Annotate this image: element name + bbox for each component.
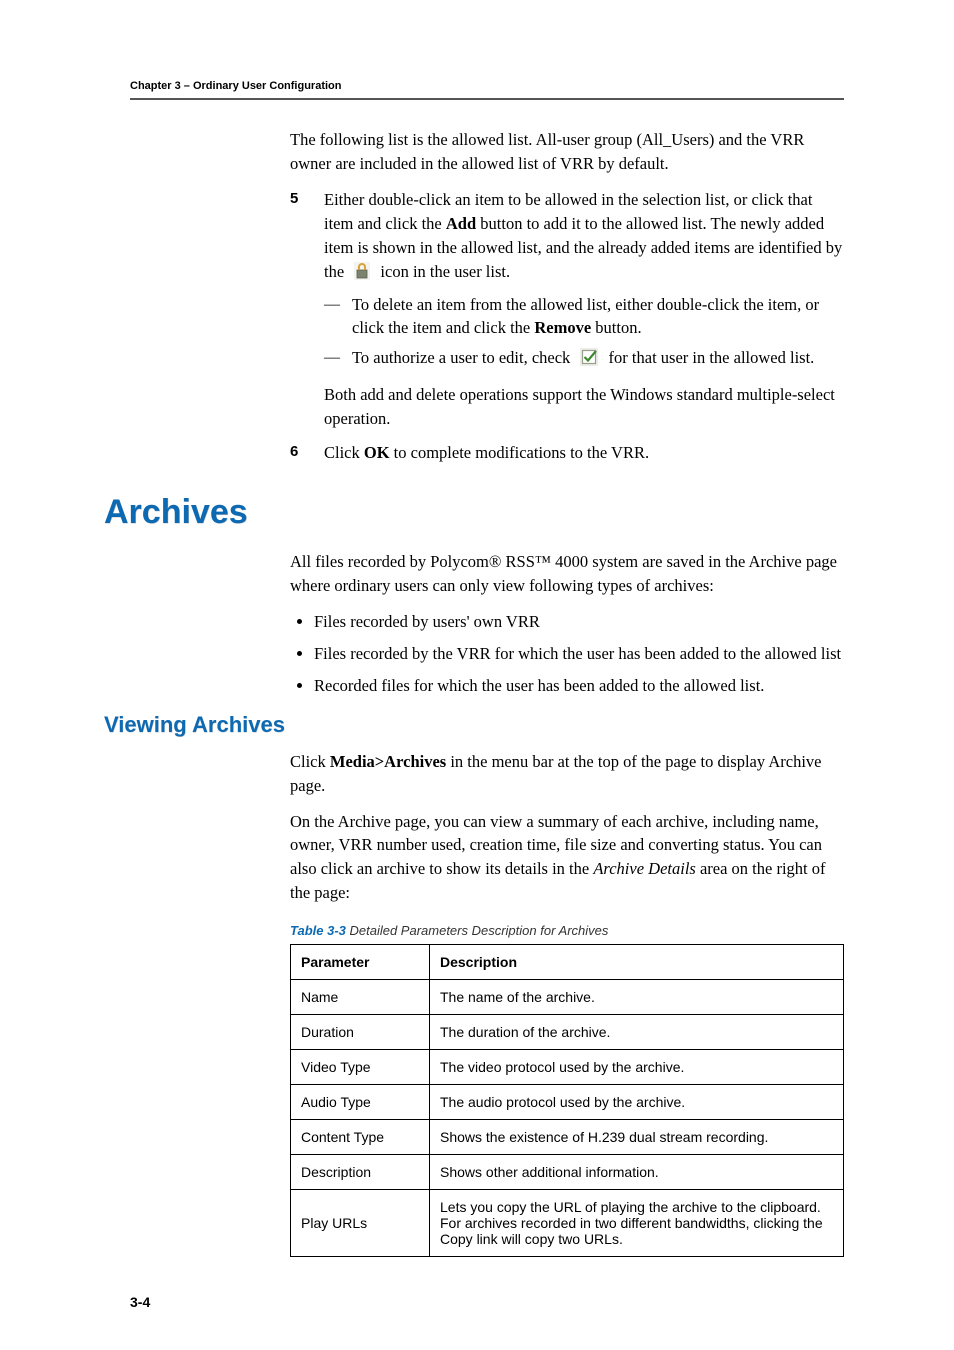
add-bold: Add <box>446 214 476 233</box>
table-caption: Table 3-3 Detailed Parameters Descriptio… <box>290 923 844 938</box>
parameters-table: Parameter Description Name The name of t… <box>290 944 844 1257</box>
desc-cell: Lets you copy the URL of playing the arc… <box>430 1190 844 1257</box>
table-row: Duration The duration of the archive. <box>291 1015 844 1050</box>
desc-cell: Shows other additional information. <box>430 1155 844 1190</box>
param-cell: Play URLs <box>291 1190 430 1257</box>
param-cell: Content Type <box>291 1120 430 1155</box>
param-cell: Name <box>291 980 430 1015</box>
page-number: 3-4 <box>130 1294 150 1310</box>
desc-cell: The name of the archive. <box>430 980 844 1015</box>
step-number: 5 <box>290 190 324 207</box>
dash-bullet: — <box>324 346 352 369</box>
document-page: Chapter 3 – Ordinary User Configuration … <box>0 0 954 1350</box>
text: To authorize a user to edit, check <box>352 348 574 367</box>
desc-cell: The audio protocol used by the archive. <box>430 1085 844 1120</box>
step-body: Either double-click an item to be allowe… <box>324 188 844 431</box>
archives-content: All files recorded by Polycom® RSS™ 4000… <box>290 550 844 698</box>
table-row: Name The name of the archive. <box>291 980 844 1015</box>
list-item: Recorded files for which the user has be… <box>314 674 844 698</box>
substep-body: To authorize a user to edit, check for t… <box>352 346 844 373</box>
caption-text: Detailed Parameters Description for Arch… <box>346 923 609 938</box>
archives-bullets: Files recorded by users' own VRR Files r… <box>290 610 844 698</box>
dash-bullet: — <box>324 293 352 316</box>
text: Click <box>324 443 364 462</box>
ok-bold: OK <box>364 443 390 462</box>
intro-paragraph: The following list is the allowed list. … <box>290 128 844 176</box>
desc-cell: The duration of the archive. <box>430 1015 844 1050</box>
table-row: Video Type The video protocol used by th… <box>291 1050 844 1085</box>
menu-path-bold: Media>Archives <box>330 752 446 771</box>
table-row: Play URLs Lets you copy the URL of playi… <box>291 1190 844 1257</box>
text: button. <box>591 318 641 337</box>
list-item: Files recorded by users' own VRR <box>314 610 844 634</box>
param-cell: Duration <box>291 1015 430 1050</box>
substep-body: To delete an item from the allowed list,… <box>352 293 844 341</box>
list-item: Files recorded by the VRR for which the … <box>314 642 844 666</box>
checkbox-icon <box>580 348 598 373</box>
table-row: Description Shows other additional infor… <box>291 1155 844 1190</box>
table-row: Audio Type The audio protocol used by th… <box>291 1085 844 1120</box>
archive-details-italic: Archive Details <box>593 859 695 878</box>
remove-bold: Remove <box>534 318 591 337</box>
lock-icon <box>354 262 370 287</box>
table-row: Content Type Shows the existence of H.23… <box>291 1120 844 1155</box>
step-6: 6 Click OK to complete modifications to … <box>290 441 844 465</box>
substep: — To authorize a user to edit, check for… <box>324 346 844 373</box>
table-header-row: Parameter Description <box>291 945 844 980</box>
content-column: The following list is the allowed list. … <box>290 128 844 465</box>
param-cell: Video Type <box>291 1050 430 1085</box>
param-cell: Description <box>291 1155 430 1190</box>
caption-label: Table 3-3 <box>290 923 346 938</box>
desc-cell: Shows the existence of H.239 dual stream… <box>430 1120 844 1155</box>
viewing-content: Click Media>Archives in the menu bar at … <box>290 750 844 1258</box>
archives-intro: All files recorded by Polycom® RSS™ 4000… <box>290 550 844 598</box>
viewing-p1: Click Media>Archives in the menu bar at … <box>290 750 844 798</box>
desc-cell: The video protocol used by the archive. <box>430 1050 844 1085</box>
viewing-p2: On the Archive page, you can view a summ… <box>290 810 844 906</box>
viewing-archives-heading: Viewing Archives <box>104 712 844 738</box>
text: icon in the user list. <box>380 262 510 281</box>
text: for that user in the allowed list. <box>609 348 815 367</box>
param-cell: Audio Type <box>291 1085 430 1120</box>
step-5: 5 Either double-click an item to be allo… <box>290 188 844 431</box>
substep: — To delete an item from the allowed lis… <box>324 293 844 341</box>
text: to complete modifications to the VRR. <box>390 443 650 462</box>
step5-tail: Both add and delete operations support t… <box>324 383 844 431</box>
archives-heading: Archives <box>104 493 844 532</box>
step-body: Click OK to complete modifications to th… <box>324 441 844 465</box>
step-number: 6 <box>290 443 324 460</box>
header-parameter: Parameter <box>291 945 430 980</box>
text: Click <box>290 752 330 771</box>
chapter-header: Chapter 3 – Ordinary User Configuration <box>130 80 844 92</box>
header-description: Description <box>430 945 844 980</box>
header-rule <box>130 98 844 100</box>
